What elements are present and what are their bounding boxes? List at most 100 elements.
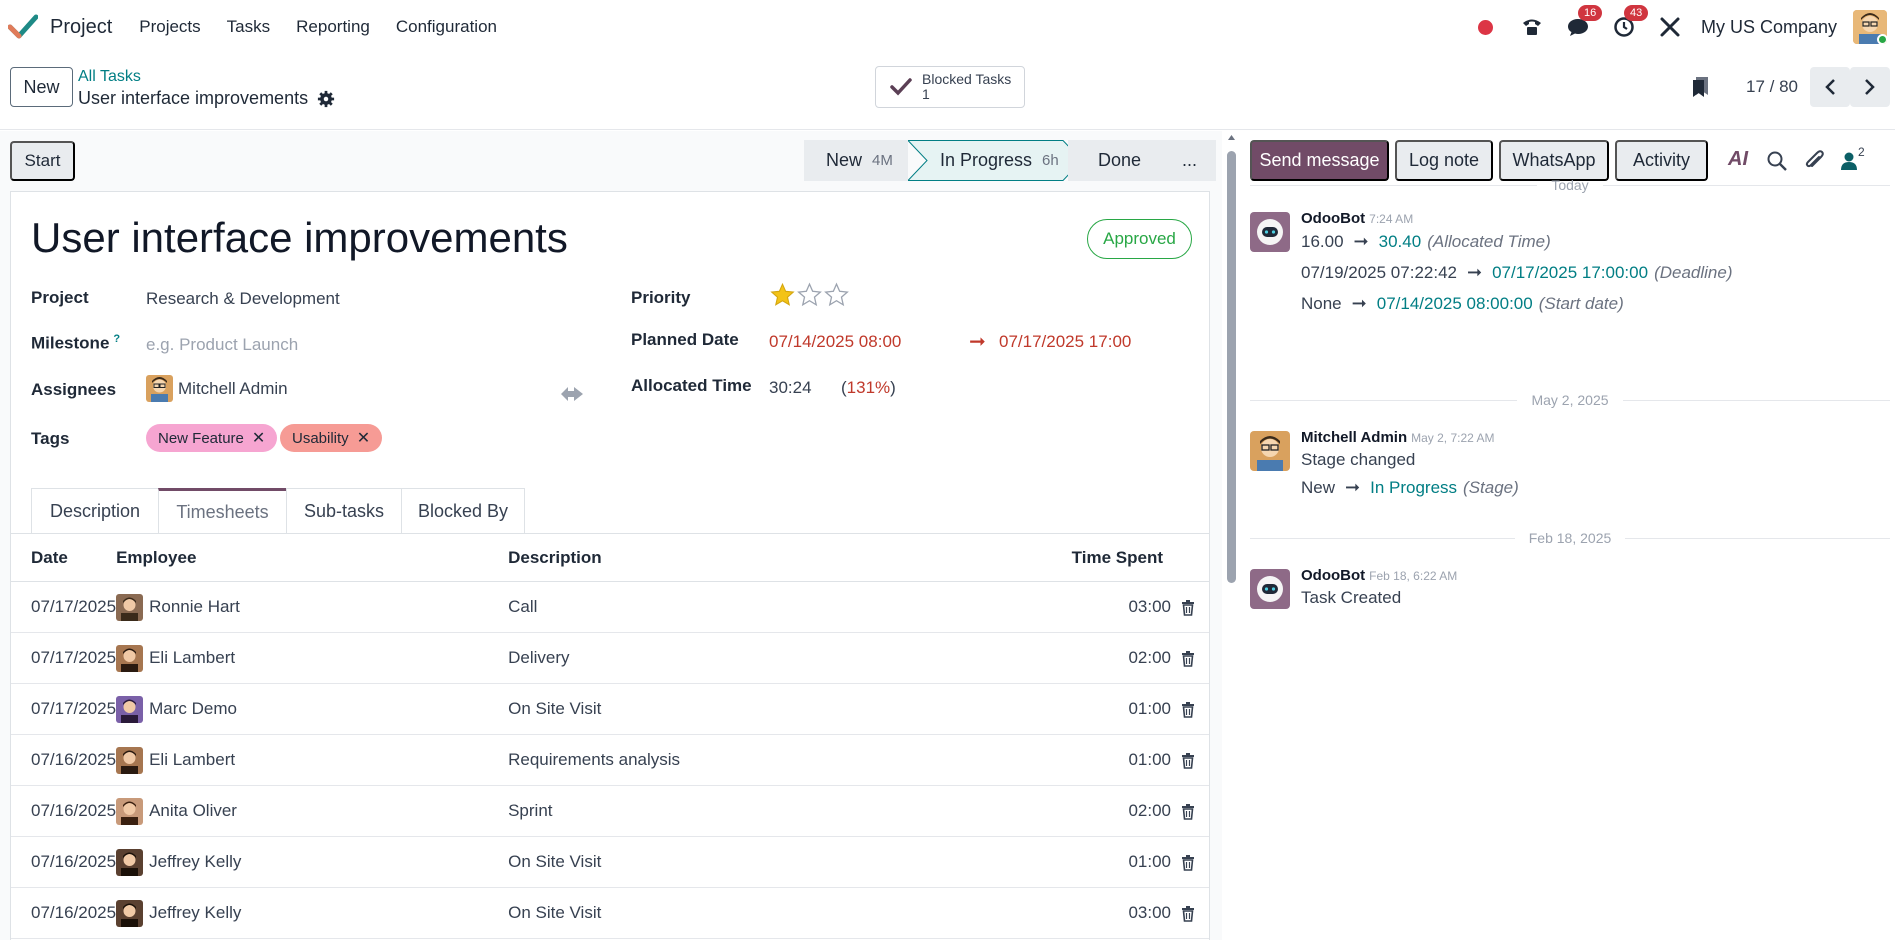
row-date[interactable]: 07/16/2025 bbox=[11, 837, 116, 888]
row-employee[interactable]: Jeffrey Kelly bbox=[116, 888, 508, 939]
row-employee[interactable]: Jeffrey Kelly bbox=[116, 837, 508, 888]
ai-icon[interactable]: AI bbox=[1728, 148, 1748, 171]
project-field[interactable]: Research & Development bbox=[146, 289, 340, 309]
row-description[interactable]: Requirements analysis bbox=[508, 735, 969, 786]
start-button[interactable]: Start bbox=[10, 141, 75, 181]
row-time-spent[interactable]: 01:00 bbox=[969, 684, 1209, 735]
planned-end-field[interactable]: 07/17/2025 17:00 bbox=[999, 332, 1131, 352]
row-description[interactable]: Sprint bbox=[508, 786, 969, 837]
tab-description[interactable]: Description bbox=[31, 488, 158, 534]
tab-timesheets[interactable]: Timesheets bbox=[158, 488, 286, 534]
approved-badge[interactable]: Approved bbox=[1087, 219, 1192, 259]
star-filled-icon[interactable] bbox=[769, 282, 796, 308]
stage-new[interactable]: New 4M bbox=[804, 140, 908, 181]
company-switcher[interactable]: My US Company bbox=[1701, 17, 1837, 38]
stage-more[interactable]: ... bbox=[1158, 140, 1216, 181]
phone-icon[interactable] bbox=[1518, 13, 1546, 41]
tag-new-feature[interactable]: New Feature ✕ bbox=[146, 424, 278, 452]
stage-in-progress[interactable]: In Progress 6h bbox=[908, 140, 1083, 181]
new-button[interactable]: New bbox=[10, 67, 73, 107]
menu-reporting[interactable]: Reporting bbox=[283, 17, 383, 37]
row-date[interactable]: 07/17/2025 bbox=[11, 633, 116, 684]
message-author-name[interactable]: OdooBot bbox=[1301, 210, 1365, 227]
col-description[interactable]: Description bbox=[508, 534, 969, 582]
tab-blocked-by[interactable]: Blocked By bbox=[401, 488, 525, 534]
row-time-spent[interactable]: 01:00 bbox=[969, 735, 1209, 786]
table-row[interactable]: 07/16/2025 Jeffrey Kelly On Site Visit 01:0… bbox=[11, 837, 1209, 888]
row-description[interactable]: Call bbox=[508, 582, 969, 633]
tag-usability[interactable]: Usability ✕ bbox=[280, 424, 383, 452]
assignee-field[interactable]: Mitchell Admin bbox=[146, 375, 288, 402]
col-time-spent[interactable]: Time Spent bbox=[969, 534, 1209, 582]
row-time-spent[interactable]: 03:00 bbox=[969, 888, 1209, 939]
star-empty-icon[interactable] bbox=[796, 282, 823, 308]
star-empty-icon[interactable] bbox=[823, 282, 850, 308]
row-time-spent[interactable]: 01:00 bbox=[969, 837, 1209, 888]
planned-start-field[interactable]: 07/14/2025 08:00 bbox=[769, 332, 901, 352]
menu-configuration[interactable]: Configuration bbox=[383, 17, 510, 37]
row-description[interactable]: Delivery bbox=[508, 633, 969, 684]
row-time-spent[interactable]: 02:00 bbox=[969, 786, 1209, 837]
menu-tasks[interactable]: Tasks bbox=[214, 17, 283, 37]
gear-icon[interactable] bbox=[317, 90, 335, 108]
bookmark-icon[interactable] bbox=[1690, 76, 1710, 98]
row-employee[interactable]: Marc Demo bbox=[116, 684, 508, 735]
trash-icon[interactable] bbox=[1181, 752, 1195, 769]
task-title[interactable]: User interface improvements bbox=[31, 214, 568, 262]
row-date[interactable]: 07/17/2025 bbox=[11, 684, 116, 735]
messages-icon[interactable]: 16 bbox=[1564, 5, 1603, 41]
row-description[interactable]: On Site Visit bbox=[508, 684, 969, 735]
table-row[interactable]: 07/16/2025 Anita Oliver Sprint 02:00 bbox=[11, 786, 1209, 837]
message-author-name[interactable]: Mitchell Admin bbox=[1301, 429, 1407, 446]
col-date[interactable]: Date bbox=[11, 534, 116, 582]
tag-remove-icon[interactable]: ✕ bbox=[252, 428, 265, 448]
table-row[interactable]: 07/17/2025 Eli Lambert Delivery 02:00 bbox=[11, 633, 1209, 684]
milestone-field[interactable]: e.g. Product Launch bbox=[146, 335, 298, 355]
menu-projects[interactable]: Projects bbox=[126, 17, 213, 37]
paperclip-icon[interactable] bbox=[1804, 149, 1824, 173]
message-author-name[interactable]: OdooBot bbox=[1301, 567, 1365, 584]
row-time-spent[interactable]: 02:00 bbox=[969, 633, 1209, 684]
stage-done[interactable]: Done bbox=[1068, 140, 1158, 181]
row-employee[interactable]: Anita Oliver bbox=[116, 786, 508, 837]
row-description[interactable]: On Site Visit bbox=[508, 888, 969, 939]
pager-next-button[interactable] bbox=[1850, 67, 1890, 107]
trash-icon[interactable] bbox=[1181, 701, 1195, 718]
dependency-icon[interactable] bbox=[559, 382, 585, 406]
table-row[interactable]: 07/16/2025 Jeffrey Kelly On Site Visit 03:0… bbox=[11, 888, 1209, 939]
pager-previous-button[interactable] bbox=[1810, 67, 1850, 107]
debug-tools-icon[interactable] bbox=[1656, 13, 1684, 41]
search-icon[interactable] bbox=[1766, 150, 1788, 172]
trash-icon[interactable] bbox=[1181, 599, 1195, 616]
col-employee[interactable]: Employee bbox=[116, 534, 508, 582]
trash-icon[interactable] bbox=[1181, 854, 1195, 871]
priority-stars[interactable] bbox=[769, 282, 850, 308]
row-date[interactable]: 07/16/2025 bbox=[11, 888, 116, 939]
blocked-tasks-button[interactable]: Blocked Tasks 1 bbox=[875, 66, 1025, 108]
table-row[interactable]: 07/16/2025 Eli Lambert Requirements analys… bbox=[11, 735, 1209, 786]
row-description[interactable]: On Site Visit bbox=[508, 837, 969, 888]
table-row[interactable]: 07/17/2025 Ronnie Hart Call 03:00 bbox=[11, 582, 1209, 633]
tab-sub-tasks[interactable]: Sub-tasks bbox=[286, 488, 401, 534]
row-time-spent[interactable]: 03:00 bbox=[969, 582, 1209, 633]
row-employee[interactable]: Eli Lambert bbox=[116, 735, 508, 786]
breadcrumb-all-tasks[interactable]: All Tasks bbox=[78, 68, 141, 86]
row-employee[interactable]: Ronnie Hart bbox=[116, 582, 508, 633]
form-scrollbar[interactable] bbox=[1225, 133, 1237, 940]
trash-icon[interactable] bbox=[1181, 650, 1195, 667]
record-icon[interactable] bbox=[1472, 13, 1500, 41]
tag-remove-icon[interactable]: ✕ bbox=[357, 428, 370, 448]
app-brand[interactable]: Project bbox=[8, 13, 126, 41]
row-employee[interactable]: Eli Lambert bbox=[116, 633, 508, 684]
table-row[interactable]: 07/17/2025 Marc Demo On Site Visit 01:00 bbox=[11, 684, 1209, 735]
user-avatar[interactable] bbox=[1853, 10, 1887, 44]
row-date[interactable]: 07/17/2025 bbox=[11, 582, 116, 633]
followers-icon[interactable] bbox=[1840, 151, 1858, 171]
trash-icon[interactable] bbox=[1181, 905, 1195, 922]
trash-icon[interactable] bbox=[1181, 803, 1195, 820]
scrollbar-thumb[interactable] bbox=[1227, 151, 1236, 583]
milestone-help[interactable]: ? bbox=[113, 333, 120, 345]
row-date[interactable]: 07/16/2025 bbox=[11, 735, 116, 786]
allocated-time-field[interactable]: 30:24 bbox=[769, 378, 812, 398]
pager-value[interactable]: 17 / 80 bbox=[1746, 77, 1798, 97]
